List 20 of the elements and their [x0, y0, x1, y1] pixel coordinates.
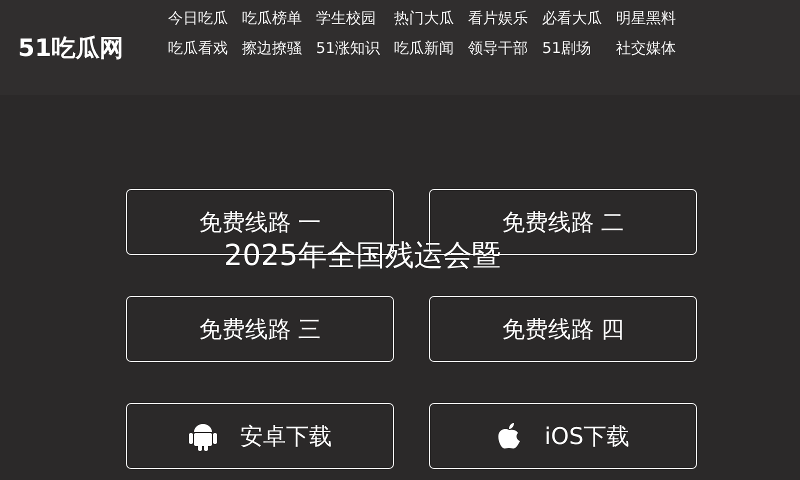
- nav-link[interactable]: 擦边撩骚: [242, 39, 302, 58]
- nav-link[interactable]: 51涨知识: [316, 39, 380, 58]
- download-button[interactable]: 安卓下载: [126, 403, 394, 469]
- route-button[interactable]: 免费线路 三: [126, 296, 394, 362]
- nav-link[interactable]: 51剧场: [542, 39, 602, 58]
- apple-icon: [496, 421, 522, 451]
- nav-link[interactable]: 必看大瓜: [542, 9, 602, 28]
- nav-link[interactable]: 今日吃瓜: [168, 9, 228, 28]
- nav-link[interactable]: 看片娱乐: [468, 9, 528, 28]
- nav-link[interactable]: 领导干部: [468, 39, 528, 58]
- route-button[interactable]: 免费线路 四: [429, 296, 697, 362]
- nav-link[interactable]: 热门大瓜: [394, 9, 454, 28]
- site-logo[interactable]: 51吃瓜网: [18, 32, 168, 64]
- nav-link[interactable]: 吃瓜新闻: [394, 39, 454, 58]
- nav-link[interactable]: 社交媒体: [616, 39, 676, 58]
- nav-link[interactable]: 明星黑料: [616, 9, 676, 28]
- nav-link[interactable]: 吃瓜看戏: [168, 39, 228, 58]
- download-button[interactable]: iOS下载: [429, 403, 697, 469]
- nav-link[interactable]: 吃瓜榜单: [242, 9, 302, 28]
- nav-link[interactable]: 学生校园: [316, 9, 380, 28]
